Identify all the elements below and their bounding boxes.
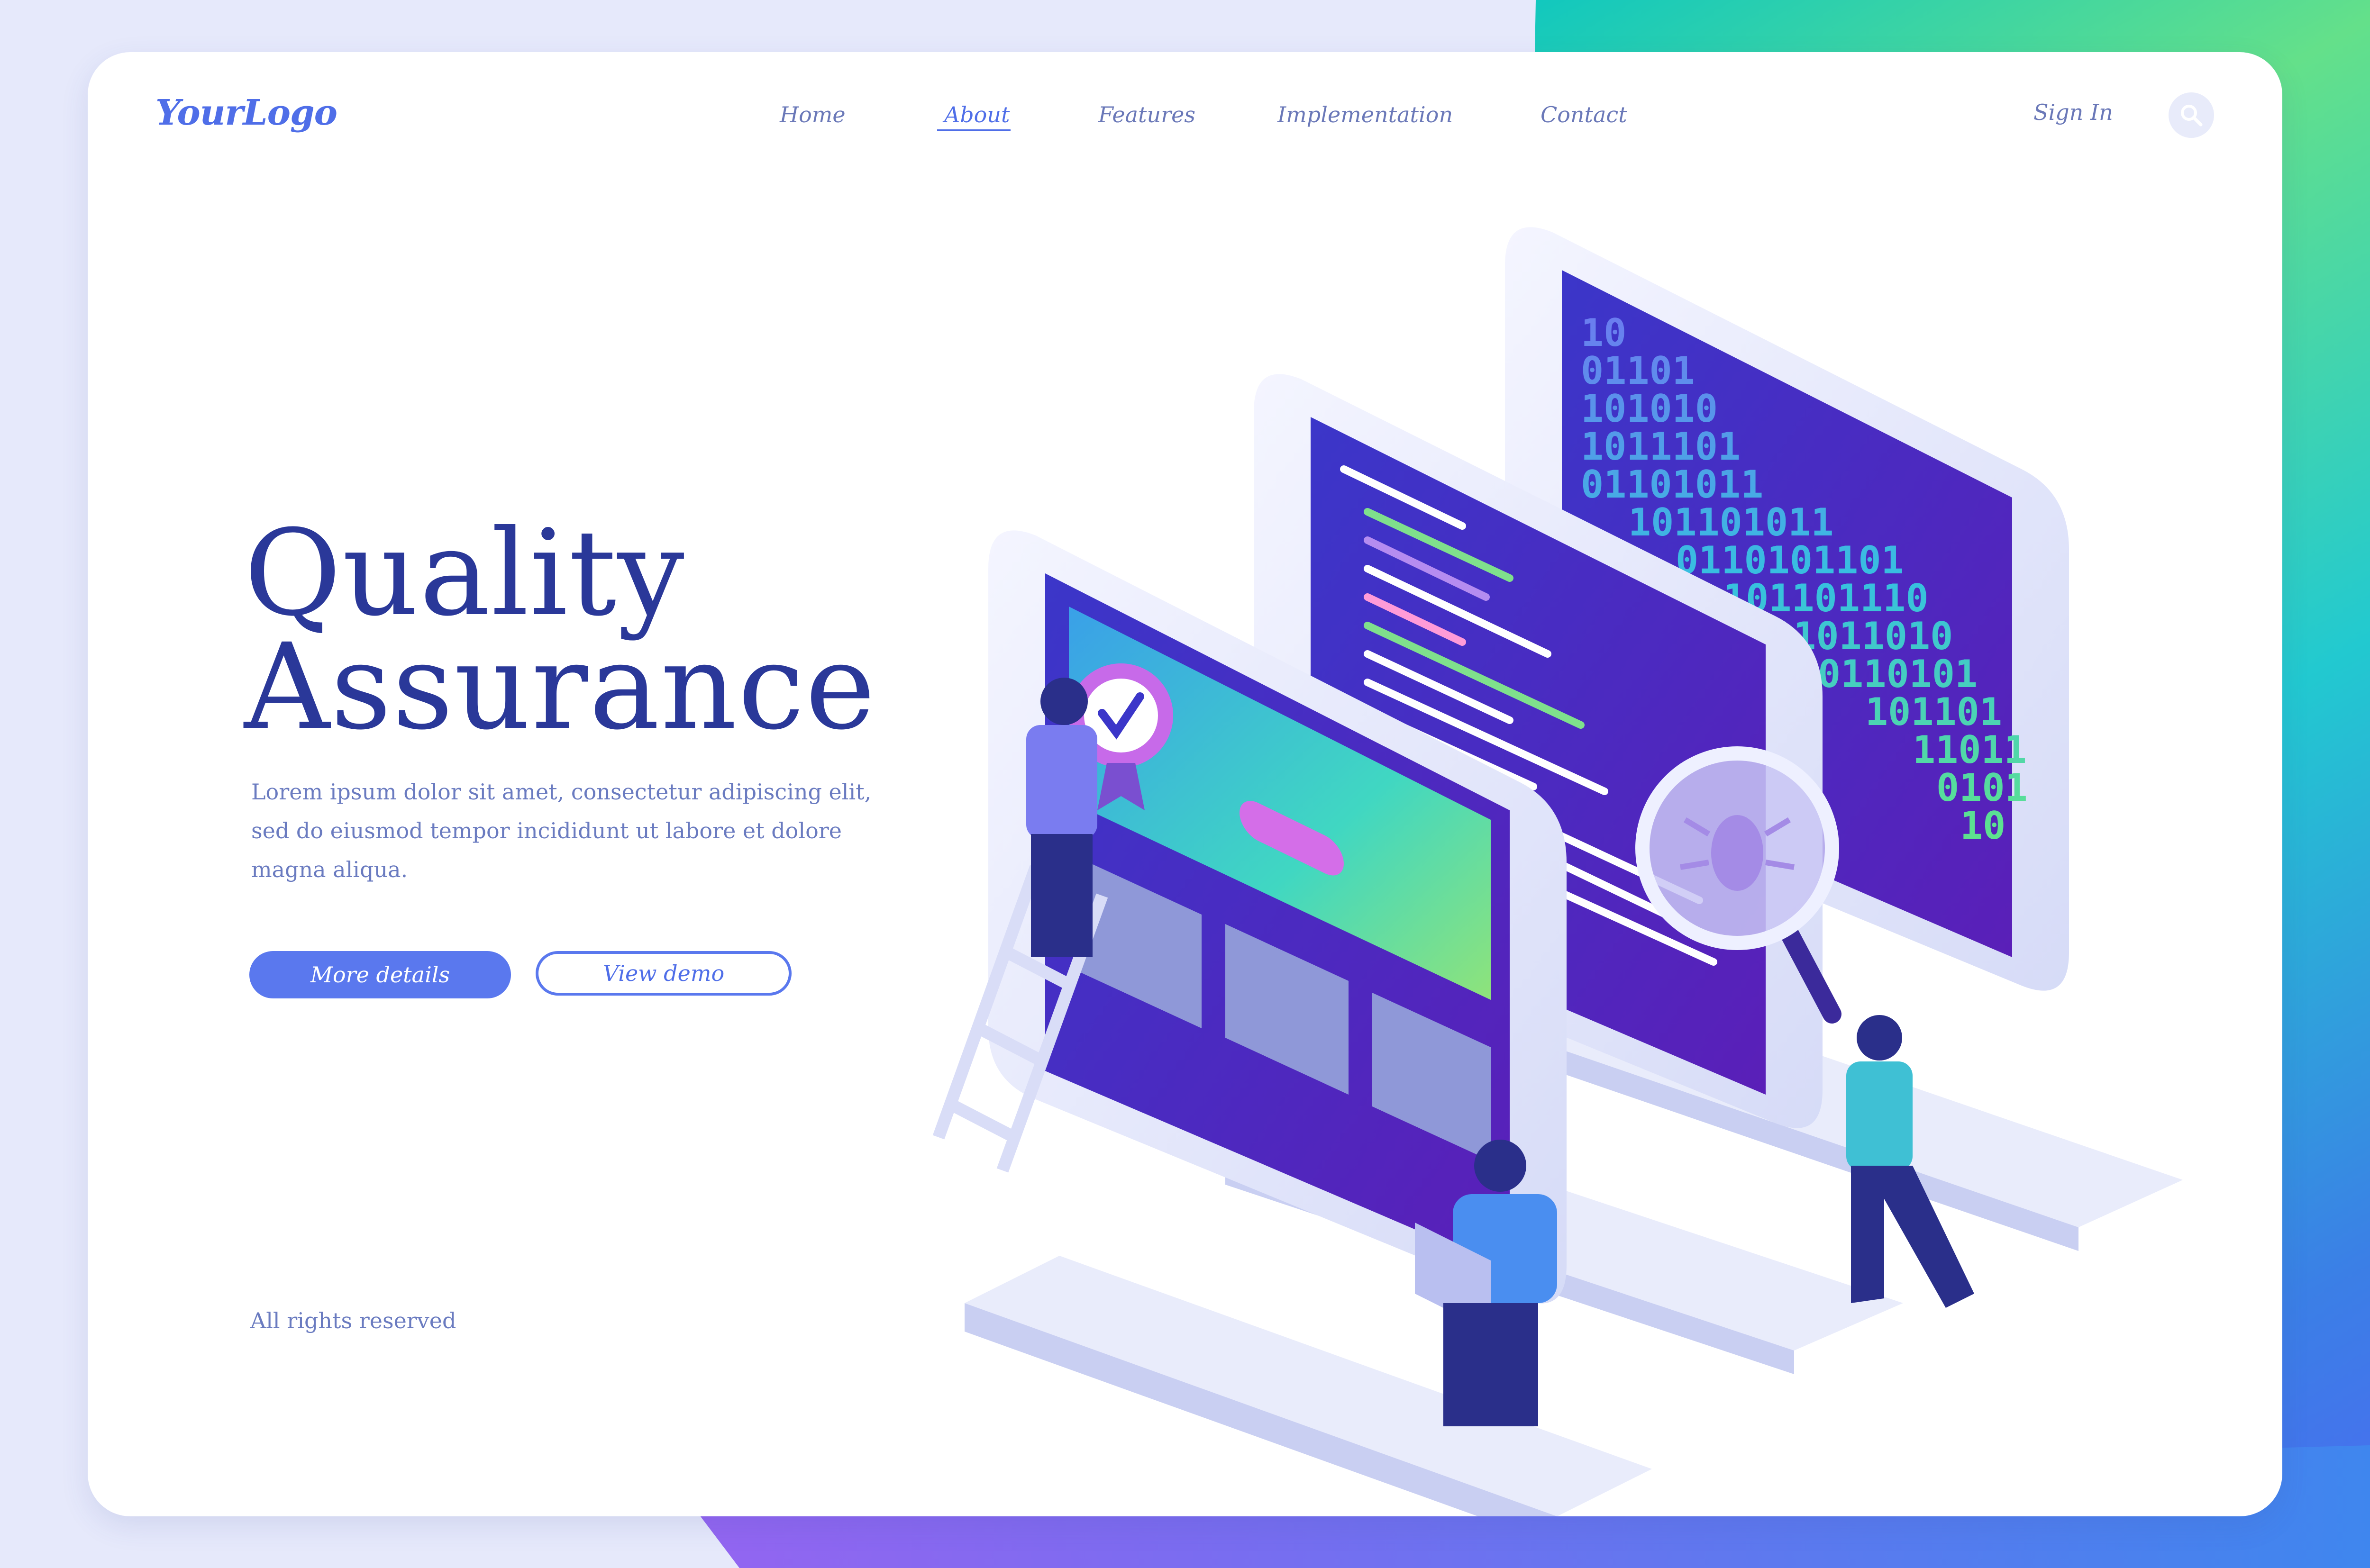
landing-card: YourLogo Home About Features Implementat… (88, 52, 2282, 1516)
bug-icon (1711, 815, 1763, 891)
qa-illustration: 10 01101 101010 1011101 01101011 1011010… (932, 227, 2183, 1516)
